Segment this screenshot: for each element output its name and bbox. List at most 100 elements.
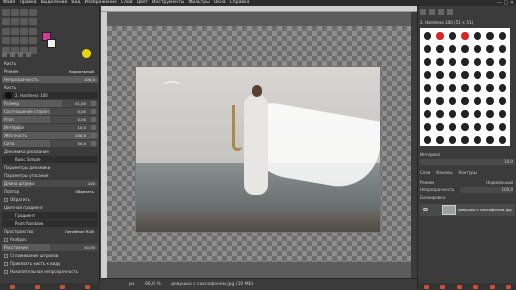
restore-preset-icon[interactable]: [35, 284, 40, 289]
jitter-checkbox[interactable]: Разброс: [2, 236, 98, 243]
dynamics-selector[interactable]: Basic Simple: [2, 156, 98, 163]
tool-move-icon[interactable]: [2, 9, 10, 16]
brush-item[interactable]: [436, 45, 444, 53]
brush-item[interactable]: [424, 71, 432, 79]
brush-item[interactable]: [486, 97, 494, 105]
brush-item[interactable]: [461, 110, 469, 118]
tool-crop-icon[interactable]: [2, 18, 10, 26]
unit-dropdown[interactable]: px: [129, 279, 135, 290]
tool-clone-icon[interactable]: [2, 37, 10, 45]
brush-item[interactable]: [473, 110, 482, 118]
undo-history-tab-icon[interactable]: [18, 52, 23, 57]
layer-opacity-row[interactable]: Непрозрачность 100,0: [420, 187, 515, 193]
brush-item[interactable]: [498, 45, 506, 53]
brush-item[interactable]: [424, 58, 432, 66]
brush-item[interactable]: [461, 84, 469, 92]
dynamics-options-expander[interactable]: Параметры динамики: [2, 164, 98, 171]
brush-item[interactable]: [448, 71, 457, 79]
size-slider[interactable]: Размер 51,00: [2, 100, 98, 107]
brush-item[interactable]: [473, 136, 482, 144]
brush-item[interactable]: [473, 71, 482, 79]
fade-length-slider[interactable]: Длина штриха 100: [2, 180, 98, 187]
tab-channels[interactable]: Каналы: [436, 169, 452, 176]
eye-icon[interactable]: [423, 208, 428, 211]
brush-item[interactable]: [486, 84, 494, 92]
fonts-tab-icon[interactable]: [438, 9, 444, 15]
gradient-selector[interactable]: Градиент: [2, 212, 98, 219]
tool-text-icon[interactable]: [29, 18, 37, 26]
document-history-tab-icon[interactable]: [447, 9, 453, 15]
tool-smudge-icon[interactable]: [20, 37, 28, 45]
brush-item[interactable]: [436, 84, 444, 92]
mode-row[interactable]: Режим Нормальный: [2, 68, 98, 75]
brush-item[interactable]: [424, 45, 432, 53]
brush-item[interactable]: [498, 97, 506, 105]
brush-item[interactable]: [461, 136, 469, 144]
size-reset-icon[interactable]: [91, 101, 96, 106]
repeat-dropdown[interactable]: Обрезать: [75, 188, 94, 195]
tool-gradient-icon[interactable]: [11, 27, 19, 35]
brush-item[interactable]: [436, 136, 444, 144]
angle-slider[interactable]: Угол 0,00: [2, 116, 98, 123]
brush-item[interactable]: [448, 84, 457, 92]
brush-item[interactable]: [486, 110, 494, 118]
brush-item[interactable]: [473, 84, 482, 92]
brush-item[interactable]: [498, 123, 506, 131]
tab-paths[interactable]: Контуры: [458, 169, 476, 176]
brush-item[interactable]: [486, 58, 494, 66]
brush-item[interactable]: [473, 97, 482, 105]
hardness-reset-icon[interactable]: [91, 133, 96, 138]
brush-item[interactable]: [461, 123, 469, 131]
brush-item[interactable]: [424, 110, 432, 118]
tab-layers[interactable]: Слои: [420, 169, 430, 176]
brush-item[interactable]: [436, 123, 444, 131]
image-canvas[interactable]: [107, 12, 411, 278]
brushes-grid[interactable]: [420, 28, 510, 146]
brush-item[interactable]: [436, 32, 444, 40]
brush-item[interactable]: [424, 84, 432, 92]
tool-eraser-icon[interactable]: [29, 27, 37, 35]
tool-paintbrush-icon[interactable]: [20, 27, 28, 35]
jitter-amount-slider[interactable]: Расстояние 50,00: [2, 244, 98, 251]
layer-mode-dropdown[interactable]: Нормальный: [486, 180, 513, 186]
background-color-swatch[interactable]: [47, 39, 56, 48]
tool-lasso-icon[interactable]: [20, 9, 28, 16]
save-preset-icon[interactable]: [10, 284, 15, 289]
brush-item[interactable]: [436, 110, 444, 118]
brush-item[interactable]: [486, 71, 494, 79]
brush-item[interactable]: [486, 32, 494, 40]
brush-item[interactable]: [424, 136, 432, 144]
tool-dodge-icon[interactable]: [29, 37, 37, 45]
layer-mode-row[interactable]: Режим Нормальный: [420, 180, 515, 186]
new-layer-icon[interactable]: [423, 284, 429, 289]
force-reset-icon[interactable]: [91, 141, 96, 146]
patterns-tab-icon[interactable]: [429, 9, 435, 15]
brush-item[interactable]: [473, 32, 482, 40]
tool-bucket-icon[interactable]: [2, 27, 10, 35]
brush-item[interactable]: [448, 32, 457, 40]
spacing-reset-icon[interactable]: [91, 125, 96, 130]
brush-item[interactable]: [486, 45, 494, 53]
gradient-name[interactable]: Paint Rainbow: [2, 220, 98, 227]
delete-layer-icon[interactable]: [506, 284, 512, 289]
brush-item[interactable]: [424, 97, 432, 105]
brush-spacing-slider[interactable]: 10,0: [420, 159, 515, 165]
fade-options-expander[interactable]: Параметры угасания: [2, 172, 98, 179]
brush-item[interactable]: [461, 32, 469, 40]
brush-item[interactable]: [424, 32, 432, 40]
brush-item[interactable]: [461, 71, 469, 79]
zoom-dropdown[interactable]: 66,6 %: [145, 279, 161, 290]
brush-item[interactable]: [436, 58, 444, 66]
brush-item[interactable]: [498, 136, 506, 144]
brush-item[interactable]: [448, 123, 457, 131]
aspect-ratio-slider[interactable]: Соотношение сторон 0,00: [2, 108, 98, 115]
spacing-slider[interactable]: Интервал 10,0: [2, 124, 98, 131]
brush-item[interactable]: [448, 45, 457, 53]
duplicate-layer-icon[interactable]: [489, 284, 495, 289]
brush-item[interactable]: [461, 97, 469, 105]
blend-space-row[interactable]: Пространство Линейное RGB: [2, 228, 98, 235]
brush-item[interactable]: [436, 71, 444, 79]
hardness-slider[interactable]: Жёсткость 100,0: [2, 132, 98, 139]
brush-item[interactable]: [448, 58, 457, 66]
images-tab-icon[interactable]: [26, 52, 31, 57]
